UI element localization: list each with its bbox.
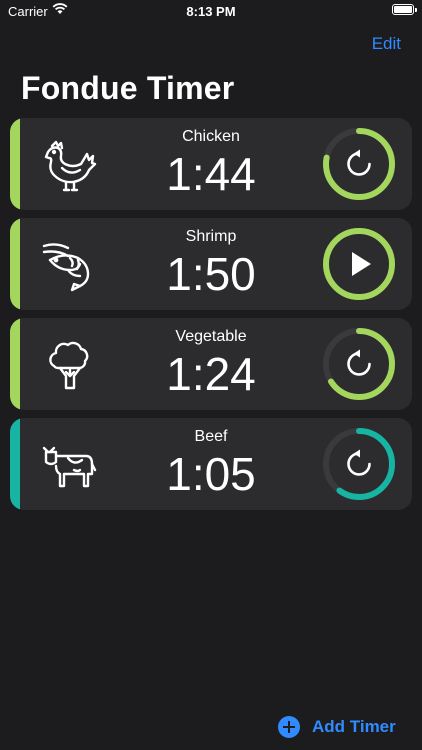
timer-card-shrimp[interactable]: Shrimp 1:50 <box>10 218 412 310</box>
clock-time: 8:13 PM <box>186 4 236 19</box>
add-timer-label: Add Timer <box>312 717 396 736</box>
play-timer-button[interactable] <box>320 225 398 303</box>
battery-icon <box>392 4 417 15</box>
status-bar: Carrier 8:13 PM <box>0 0 422 24</box>
reset-timer-button[interactable] <box>320 125 398 203</box>
plus-circle-icon <box>278 716 300 738</box>
timer-card-vegetable[interactable]: Vegetable 1:24 <box>10 318 412 410</box>
reset-icon <box>347 449 371 476</box>
reset-icon <box>347 349 371 376</box>
edit-button[interactable]: Edit <box>372 34 401 54</box>
timer-card-beef[interactable]: Beef 1:05 <box>10 418 412 510</box>
play-icon <box>352 252 371 276</box>
reset-icon <box>347 149 371 176</box>
reset-timer-button[interactable] <box>320 425 398 503</box>
page-title: Fondue Timer <box>21 70 235 106</box>
timer-card-chicken[interactable]: Chicken 1:44 <box>10 118 412 210</box>
reset-timer-button[interactable] <box>320 325 398 403</box>
